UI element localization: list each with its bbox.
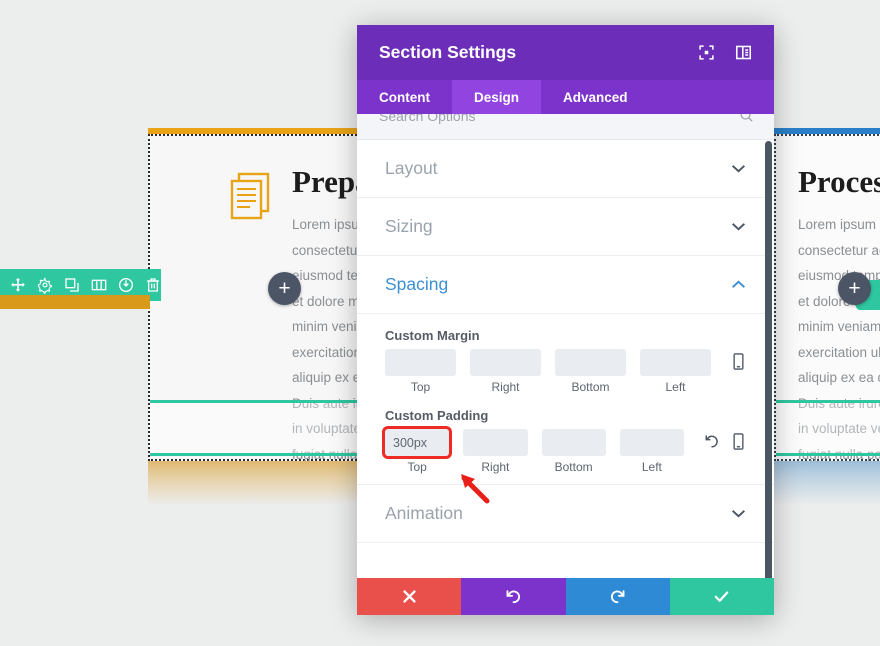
section-heading-right: Process [798, 164, 880, 199]
section-shadow-right [774, 461, 880, 505]
reset-icon[interactable] [704, 432, 719, 451]
custom-margin-top-caption: Top [410, 380, 431, 394]
custom-margin-left-caption: Left [665, 380, 686, 394]
custom-padding-left-input[interactable] [619, 429, 684, 456]
row-hover-outline-right[interactable] [776, 400, 880, 456]
accordion-spacing[interactable]: Spacing [357, 256, 774, 314]
duplicate-icon[interactable] [64, 276, 80, 294]
tab-design[interactable]: Design [452, 80, 542, 114]
custom-margin-right-field[interactable]: Right [470, 349, 541, 394]
chevron-down-icon[interactable] [731, 222, 746, 231]
custom-margin-bottom-field[interactable]: Bottom [555, 349, 626, 394]
spacing-panel: Custom Margin Top Right Bottom Left Cust… [357, 314, 774, 504]
custom-margin-left-field[interactable]: Left [640, 349, 711, 394]
tab-advanced[interactable]: Advanced [541, 80, 650, 114]
custom-padding-fields: 300px Top Right Bottom Left [385, 429, 746, 474]
modal-scrollbar[interactable] [765, 141, 772, 599]
save-icon[interactable] [118, 276, 134, 294]
custom-padding-top-field[interactable]: 300px Top [385, 429, 450, 474]
expand-icon[interactable] [698, 44, 715, 61]
custom-padding-right-input[interactable] [463, 429, 528, 456]
body-line: minim veniam, qui [798, 319, 880, 334]
body-line: consectetur adipis [798, 242, 880, 258]
custom-padding-top-input[interactable]: 300px [385, 429, 450, 456]
custom-padding-top-caption: Top [407, 460, 427, 474]
accordion-layout[interactable]: Layout [357, 140, 774, 198]
custom-margin-side-icons [731, 352, 746, 371]
tab-content[interactable]: Content [357, 80, 452, 114]
custom-padding-bottom-caption: Bottom [554, 460, 593, 474]
close-icon[interactable] [401, 588, 418, 605]
panel-layout-icon[interactable] [735, 44, 752, 61]
custom-margin-fields: Top Right Bottom Left [385, 349, 746, 394]
body-line: Lorem ipsum dolo [798, 217, 880, 232]
custom-margin-top-field[interactable]: Top [385, 349, 456, 394]
undo-button[interactable] [461, 578, 566, 615]
screenshot-root: Prepa Lorem ipsum consectetur a eiusmod … [0, 0, 880, 646]
modal-tabs: Content Design Advanced [357, 80, 774, 114]
redo-button[interactable] [565, 578, 670, 615]
modal-header: Section Settings [357, 25, 774, 80]
cancel-button[interactable] [357, 578, 462, 615]
mobile-icon[interactable] [731, 352, 746, 371]
accordion-animation[interactable]: Animation [357, 485, 774, 543]
annotation-arrow-icon [461, 474, 490, 504]
body-line: aliquip ex ea comm [798, 370, 880, 385]
mobile-icon[interactable] [731, 432, 746, 451]
custom-padding-left-caption: Left [641, 460, 662, 474]
trash-icon[interactable] [145, 276, 161, 294]
add-row-button-right[interactable]: + [838, 272, 871, 305]
gear-icon[interactable] [37, 276, 53, 294]
body-line: exercitation ullamc [798, 344, 880, 360]
chevron-down-icon[interactable] [731, 164, 746, 173]
section-settings-modal: Section Settings Content Design Advanced… [357, 25, 774, 615]
accordion-sizing-label: Sizing [385, 216, 433, 236]
chevron-down-icon[interactable] [731, 509, 746, 518]
custom-padding-left-field[interactable]: Left [619, 429, 684, 474]
custom-margin-right-caption: Right [491, 380, 520, 394]
search-input[interactable]: Search Options [379, 114, 476, 124]
custom-padding-group: Custom Padding 300px Top Right Bottom Le… [385, 408, 746, 504]
section-accent-strip-left [0, 295, 150, 309]
save-button[interactable] [669, 578, 774, 615]
custom-padding-bottom-field[interactable]: Bottom [541, 429, 606, 474]
custom-margin-right-input[interactable] [470, 349, 541, 376]
document-icon [230, 172, 270, 220]
accordion-spacing-label: Spacing [385, 274, 449, 294]
chevron-up-icon[interactable] [731, 280, 746, 289]
move-icon[interactable] [10, 276, 26, 294]
check-icon[interactable] [713, 588, 730, 605]
redo-icon[interactable] [609, 588, 626, 605]
custom-padding-side-icons [704, 432, 746, 451]
undo-icon[interactable] [505, 588, 522, 605]
columns-icon[interactable] [91, 276, 107, 294]
accordion-layout-label: Layout [385, 158, 438, 178]
search-icon[interactable] [739, 114, 754, 123]
custom-margin-group: Custom Margin Top Right Bottom Left [385, 328, 746, 394]
accordion-animation-label: Animation [385, 503, 463, 523]
custom-padding-bottom-input[interactable] [541, 429, 606, 456]
custom-margin-label: Custom Margin [385, 328, 480, 343]
custom-margin-left-input[interactable] [640, 349, 711, 376]
accordion-sizing[interactable]: Sizing [357, 198, 774, 256]
modal-title: Section Settings [379, 42, 517, 62]
modal-footer [357, 578, 774, 615]
custom-padding-label: Custom Padding [385, 408, 489, 423]
custom-margin-bottom-input[interactable] [555, 349, 626, 376]
custom-margin-top-input[interactable] [385, 349, 456, 376]
search-options-row[interactable]: Search Options [357, 114, 774, 140]
add-row-button-left[interactable]: + [268, 272, 301, 305]
custom-margin-bottom-caption: Bottom [571, 380, 610, 394]
modal-body: Layout Sizing Spacing Custom Margin Top [357, 140, 774, 572]
